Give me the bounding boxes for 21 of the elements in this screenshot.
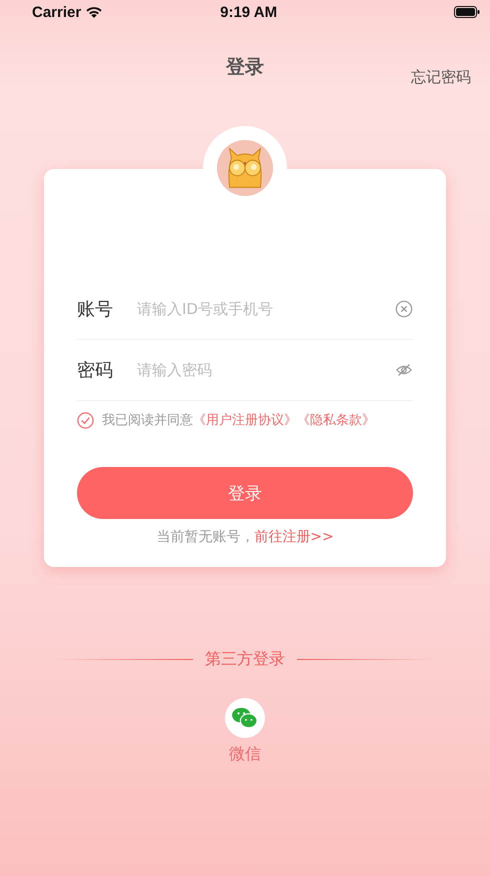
checkbox[interactable] <box>77 412 94 428</box>
no-account-text: 当前暂无账号， <box>156 529 254 545</box>
agreement-text: 我已阅读并同意 <box>102 412 193 429</box>
chat-bubbles-icon[interactable] <box>225 698 265 738</box>
third-party-title: 第三方登录 <box>205 649 285 670</box>
wifi-icon <box>85 6 104 18</box>
input-field[interactable]: 请输入ID号或手机号 <box>135 299 395 319</box>
battery-icon <box>454 6 480 18</box>
register-link[interactable]: 前往注册>> <box>254 529 334 545</box>
field-label: 账号 <box>77 298 114 321</box>
agreement-link[interactable]: 《隐私条款》 <box>297 411 375 429</box>
agreement-link[interactable]: 《用户注册协议》 <box>193 411 297 429</box>
status-time: 9:19 AM <box>220 4 278 20</box>
login-button[interactable]: 登录 <box>77 467 413 519</box>
field-label: 密码 <box>77 359 114 382</box>
wechat-label[interactable]: 微信 <box>229 744 261 765</box>
clear-icon[interactable] <box>395 300 413 318</box>
page-title: 登录 <box>226 55 264 80</box>
input-field[interactable]: 请输入密码 <box>135 360 395 380</box>
forgot-password-link[interactable]: 忘记密码 <box>411 68 471 87</box>
carrier-name: Carrier <box>32 4 82 20</box>
